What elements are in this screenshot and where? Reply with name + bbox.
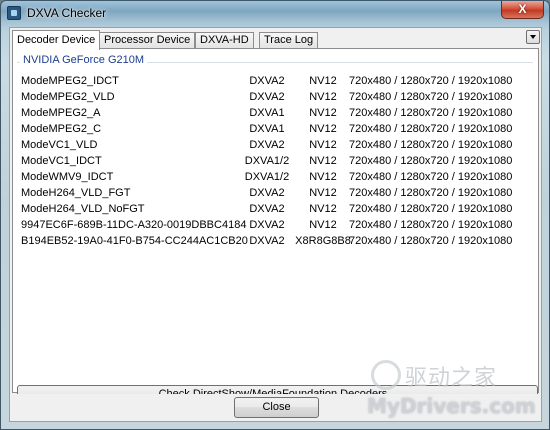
decoder-row[interactable]: ModeVC1_IDCT DXVA1/2 NV12 720x480 / 1280x72… [21,153,531,169]
decoder-api: DXVA2 [249,187,285,199]
decoder-name: ModeMPEG2_VLD [21,91,115,103]
decoder-name: 9947EC6F-689B-11DC-A320-0019DBBC4184 [21,219,247,231]
decoder-resolutions: 720x480 / 1280x720 / 1920x1080 [349,155,513,167]
decoder-row[interactable]: B194EB52-19A0-41F0-B754-CC244AC1CB20 DXVA… [21,233,531,249]
decoder-row[interactable]: ModeMPEG2_A DXVA1 NV12 720x480 / 1280x720 /… [21,105,531,121]
decoder-resolutions: 720x480 / 1280x720 / 1920x1080 [349,91,513,103]
gpu-group-title: NVIDIA GeForce G210M [20,54,148,66]
decoder-resolutions: 720x480 / 1280x720 / 1920x1080 [349,187,513,199]
decoder-resolutions: 720x480 / 1280x720 / 1920x1080 [349,171,513,183]
decoder-api: DXVA2 [249,235,285,247]
tab-processor-device[interactable]: Processor Device [99,32,196,49]
decoder-name: ModeMPEG2_C [21,123,102,135]
decoder-name: ModeH264_VLD_NoFGT [21,203,145,215]
decoder-format: NV12 [309,155,337,167]
decoder-api: DXVA1 [249,107,285,119]
decoder-format: X8R8G8B8 [295,235,351,247]
decoder-api: DXVA2 [249,203,285,215]
close-button[interactable]: Close [234,397,319,418]
decoder-api: DXVA1/2 [244,155,290,167]
decoder-format: NV12 [309,171,337,183]
decoder-resolutions: 720x480 / 1280x720 / 1920x1080 [349,203,513,215]
decoder-api: DXVA2 [249,75,285,87]
tab-decoder-device[interactable]: Decoder Device [12,30,101,50]
client-area: Decoder Device Processor Device DXVA-HD … [9,27,542,422]
decoder-format: NV12 [309,219,337,231]
window-title: DXVA Checker [27,6,107,20]
window-close-button[interactable]: X [501,1,544,19]
decoder-api: DXVA2 [249,139,285,151]
decoder-format: NV12 [309,123,337,135]
decoder-resolutions: 720x480 / 1280x720 / 1920x1080 [349,75,513,87]
decoder-name: ModeMPEG2_A [21,107,101,119]
title-bar[interactable]: DXVA Checker X [1,1,549,25]
tab-dxva-hd[interactable]: DXVA-HD [195,32,254,49]
tab-trace-log[interactable]: Trace Log [259,32,319,49]
decoder-row[interactable]: ModeH264_VLD_FGT DXVA2 NV12 720x480 / 1280x… [21,185,531,201]
decoder-resolutions: 720x480 / 1280x720 / 1920x1080 [349,235,513,247]
decoder-row[interactable]: 9947EC6F-689B-11DC-A320-0019DBBC4184 DXVA… [21,217,531,233]
decoder-resolutions: 720x480 / 1280x720 / 1920x1080 [349,139,513,151]
decoder-format: NV12 [309,139,337,151]
decoder-format: NV12 [309,203,337,215]
decoder-row[interactable]: ModeMPEG2_C DXVA1 NV12 720x480 / 1280x720 /… [21,121,531,137]
decoder-row[interactable]: ModeMPEG2_IDCT DXVA2 NV12 720x480 / 1280x72… [21,73,531,89]
decoder-format: NV12 [309,107,337,119]
decoder-format: NV12 [309,91,337,103]
decoder-row[interactable]: ModeVC1_VLD DXVA2 NV12 720x480 / 1280x720 /… [21,137,531,153]
decoder-name: ModeVC1_IDCT [21,155,102,167]
decoder-name: ModeVC1_VLD [21,139,98,151]
decoder-name: ModeWMV9_IDCT [21,171,114,183]
decoder-name: ModeH264_VLD_FGT [21,187,131,199]
decoder-format: NV12 [309,75,337,87]
decoder-row[interactable]: ModeWMV9_IDCT DXVA1/2 NV12 720x480 / 1280x7… [21,169,531,185]
decoder-name: ModeMPEG2_IDCT [21,75,119,87]
dropdown-arrow-icon [530,35,536,39]
decoder-resolutions: 720x480 / 1280x720 / 1920x1080 [349,123,513,135]
decoder-format: NV12 [309,187,337,199]
decoder-row[interactable]: ModeH264_VLD_NoFGT DXVA2 NV12 720x480 / 128… [21,201,531,217]
decoder-api: DXVA1 [249,123,285,135]
decoder-device-page: NVIDIA GeForce G210M ModeMPEG2_IDCT DXVA2… [12,48,539,404]
dxva-checker-window: DXVA Checker X Decoder Device Processor … [0,0,550,430]
decoder-api: DXVA2 [249,91,285,103]
decoder-name: B194EB52-19A0-41F0-B754-CC244AC1CB20 [21,235,248,247]
decoder-row[interactable]: ModeMPEG2_VLD DXVA2 NV12 720x480 / 1280x720… [21,89,531,105]
decoder-api: DXVA1/2 [244,171,290,183]
tab-menu-button[interactable] [526,30,540,44]
decoder-api: DXVA2 [249,219,285,231]
decoder-list: ModeMPEG2_IDCT DXVA2 NV12 720x480 / 1280x72… [21,73,531,249]
decoder-resolutions: 720x480 / 1280x720 / 1920x1080 [349,107,513,119]
decoder-resolutions: 720x480 / 1280x720 / 1920x1080 [349,219,513,231]
app-icon [7,6,21,20]
